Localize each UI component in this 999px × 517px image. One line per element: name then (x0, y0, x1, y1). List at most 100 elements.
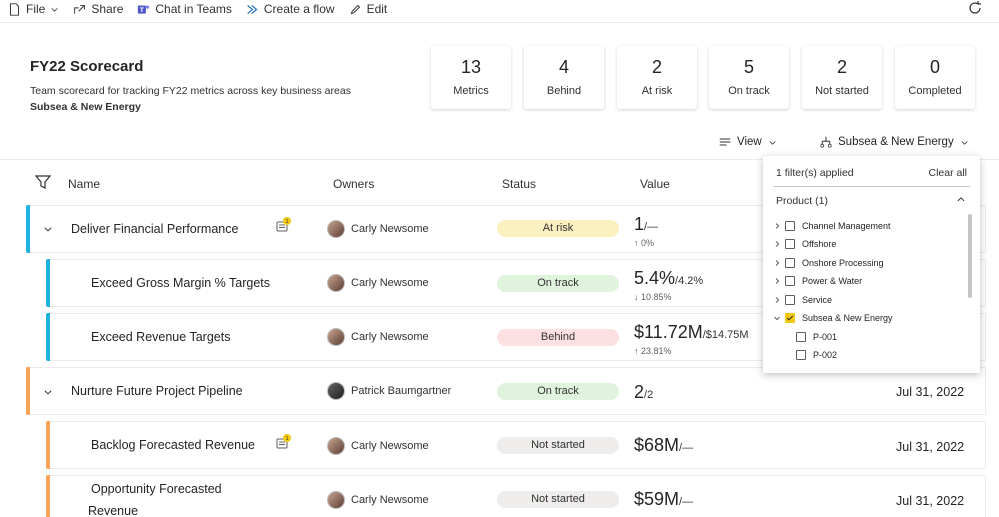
chevron-right-icon[interactable] (773, 259, 781, 267)
due-date: Jul 31, 2022 (896, 385, 965, 399)
chevron-right-icon[interactable] (773, 296, 781, 304)
value-target: /$14.75M (702, 329, 749, 341)
filter-dropdown-button[interactable]: Subsea & New Energy (820, 136, 969, 148)
scorecard-title: FY22 Scorecard (30, 58, 144, 75)
filter-panel: 1 filter(s) applied Clear all Product (1… (763, 156, 980, 373)
chat-in-teams-button[interactable]: T Chat in Teams (137, 2, 232, 16)
row-accent-bar (26, 205, 30, 253)
kpi-label: Behind (546, 85, 582, 97)
status-badge[interactable]: On track (497, 383, 619, 400)
chevron-right-icon[interactable] (773, 277, 781, 285)
status-badge[interactable]: At risk (497, 220, 619, 237)
kpi-value: 2 (836, 57, 847, 77)
kpi-not-started[interactable]: 2 Not started (802, 46, 882, 109)
checkbox[interactable] (785, 239, 795, 249)
metric-value[interactable]: $59M/— (634, 489, 693, 510)
chevron-down-icon[interactable] (43, 224, 53, 234)
metric-name-line2[interactable]: Revenue (88, 504, 138, 517)
filter-option-power-water[interactable]: Power & Water (773, 275, 862, 287)
checkbox[interactable] (796, 350, 806, 360)
checkmark-icon (786, 315, 794, 321)
chevron-right-icon[interactable] (773, 240, 781, 248)
flow-icon (247, 4, 258, 14)
metric-value[interactable]: $11.72M/$14.75M (634, 322, 749, 343)
metric-value[interactable]: 2/2 (634, 382, 653, 403)
metric-name[interactable]: Exceed Revenue Targets (91, 330, 230, 344)
chevron-down-icon[interactable] (43, 387, 53, 397)
kpi-behind[interactable]: 4 Behind (524, 46, 604, 109)
checkbox[interactable] (785, 295, 795, 305)
share-label: Share (91, 2, 124, 16)
kpi-metrics[interactable]: 13 Metrics (431, 46, 511, 109)
metric-name[interactable]: Exceed Gross Margin % Targets (91, 276, 270, 290)
filter-option-channel-management[interactable]: Channel Management (773, 220, 891, 232)
column-header-status[interactable]: Status (502, 177, 536, 191)
filter-option-subsea-new-energy[interactable]: Subsea & New Energy (773, 312, 893, 324)
note-count: 1 (286, 436, 289, 442)
value-change: ↑ 0% (634, 238, 655, 248)
kpi-value: 2 (651, 57, 662, 77)
filter-option-onshore-processing[interactable]: Onshore Processing (773, 257, 884, 269)
filter-option-p-001[interactable]: P-001 (796, 331, 837, 343)
chevron-down-icon[interactable] (773, 314, 781, 322)
checkbox[interactable] (796, 332, 806, 342)
due-date: Jul 31, 2022 (896, 494, 965, 508)
row-accent-bar (46, 421, 50, 469)
edit-button[interactable]: Edit (349, 2, 387, 16)
column-header-value[interactable]: Value (640, 177, 670, 191)
owner[interactable]: Patrick Baumgartner (327, 382, 451, 400)
owner[interactable]: Carly Newsome (327, 437, 429, 455)
owner[interactable]: Carly Newsome (327, 274, 429, 292)
kpi-at-risk[interactable]: 2 At risk (617, 46, 697, 109)
filter-option-service[interactable]: Service (773, 294, 832, 306)
owner[interactable]: Carly Newsome (327, 491, 429, 509)
share-button[interactable]: Share (73, 2, 123, 16)
note-icon[interactable]: 1 (275, 434, 291, 450)
checkbox-checked[interactable] (785, 313, 795, 323)
status-badge[interactable]: Not started (497, 437, 619, 454)
create-flow-button[interactable]: Create a flow (246, 2, 335, 16)
hierarchy-icon (820, 136, 832, 148)
avatar (327, 437, 345, 455)
filter-option-offshore[interactable]: Offshore (773, 238, 836, 250)
metric-name-line1[interactable]: Opportunity Forecasted (91, 482, 222, 496)
checkbox[interactable] (785, 276, 795, 286)
column-header-owners[interactable]: Owners (333, 177, 374, 191)
kpi-label: Completed (908, 85, 962, 97)
file-menu[interactable]: File (8, 2, 59, 16)
metric-name[interactable]: Deliver Financial Performance (71, 222, 238, 236)
owner[interactable]: Carly Newsome (327, 328, 429, 346)
status-badge[interactable]: Behind (497, 329, 619, 346)
metric-name[interactable]: Nurture Future Project Pipeline (71, 384, 243, 398)
metric-value[interactable]: $68M/— (634, 435, 693, 456)
status-badge[interactable]: Not started (497, 491, 619, 508)
scrollbar-thumb[interactable] (968, 214, 972, 298)
value-current: 2 (634, 382, 645, 402)
kpi-label: Metrics (453, 85, 489, 97)
kpi-on-track[interactable]: 5 On track (709, 46, 789, 109)
kpi-completed[interactable]: 0 Completed (895, 46, 975, 109)
column-header-name[interactable]: Name (68, 177, 100, 191)
value-target: /— (644, 221, 659, 233)
owner-name: Carly Newsome (351, 494, 429, 506)
checkbox[interactable] (785, 221, 795, 231)
funnel-icon[interactable] (35, 174, 51, 190)
owner[interactable]: Carly Newsome (327, 220, 429, 238)
owner-name: Carly Newsome (351, 277, 429, 289)
filter-option-p-002[interactable]: P-002 (796, 349, 837, 361)
view-button[interactable]: View (719, 136, 777, 148)
refresh-icon[interactable] (967, 0, 983, 16)
note-icon[interactable]: 1 (275, 217, 291, 233)
metric-name[interactable]: Backlog Forecasted Revenue (91, 438, 255, 452)
metric-value[interactable]: 1/— (634, 214, 658, 235)
clear-all-link[interactable]: Clear all (928, 167, 967, 179)
share-icon (74, 4, 86, 14)
status-badge[interactable]: On track (497, 275, 619, 292)
chevron-up-icon[interactable] (956, 194, 966, 204)
kpi-value: 0 (929, 57, 940, 77)
chevron-right-icon[interactable] (773, 222, 781, 230)
metric-value[interactable]: 5.4%/4.2% (634, 268, 703, 289)
product-filter-header[interactable]: Product (1) (776, 195, 828, 207)
checkbox[interactable] (785, 258, 795, 268)
avatar (327, 382, 345, 400)
